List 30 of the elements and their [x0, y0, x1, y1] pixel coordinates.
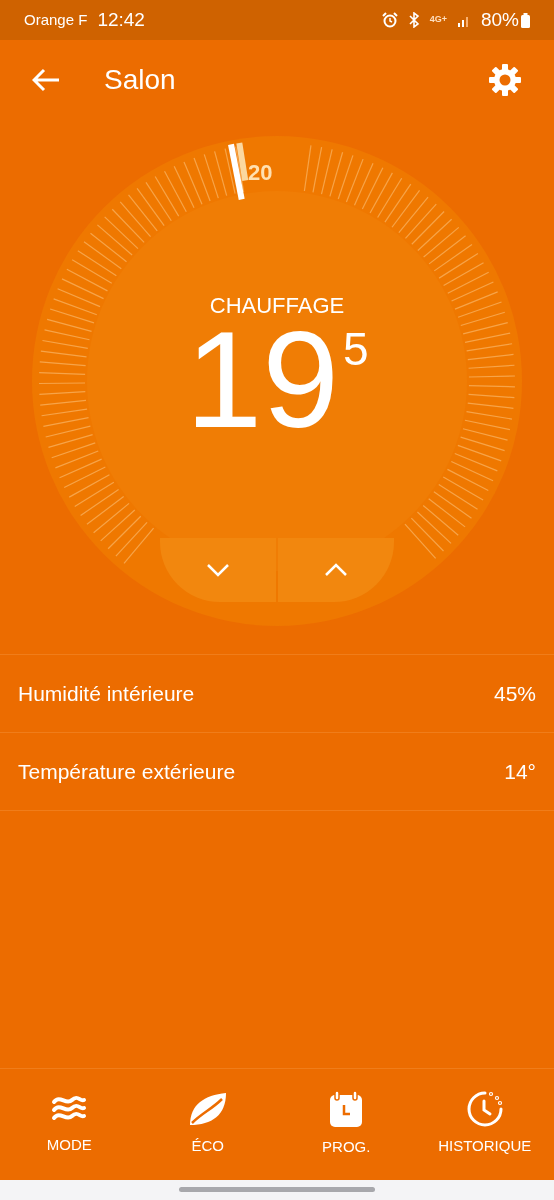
home-indicator[interactable]: [179, 1187, 375, 1192]
mode-label: CHAUFFAGE: [208, 294, 346, 318]
history-clock-icon: [466, 1091, 503, 1128]
temperature-decimal: 5: [342, 326, 369, 377]
reading-label: Température extérieure: [18, 758, 236, 785]
reading-value: 14°: [504, 758, 536, 785]
settings-icon[interactable]: [488, 63, 522, 97]
chevron-up-icon: [324, 563, 348, 577]
leaf-icon: [187, 1091, 228, 1128]
bluetooth-icon: [407, 12, 420, 28]
back-arrow-icon[interactable]: [32, 68, 60, 92]
network-label: 4G+: [429, 13, 447, 27]
nav-item[interactable]: ÉCO: [138, 1091, 277, 1158]
reading-label: Humidité intérieure: [18, 680, 195, 707]
carrier-name: Orange F: [24, 9, 88, 30]
nav-item[interactable]: MODE: [0, 1092, 139, 1157]
increase-button[interactable]: [278, 538, 394, 602]
battery-percent: 80%: [480, 7, 519, 32]
nav-item[interactable]: HISTORIQUE: [415, 1091, 554, 1158]
page-title: Salon: [104, 63, 176, 97]
chevron-down-icon: [206, 563, 230, 577]
reading-value: 45%: [493, 680, 536, 707]
setpoint-label: 20: [248, 159, 273, 187]
battery-icon: [521, 12, 530, 28]
nav-item[interactable]: PROG.: [277, 1090, 416, 1159]
status-time: 12:42: [97, 7, 145, 32]
decrease-button[interactable]: [160, 538, 276, 602]
temperature-value: 19: [185, 326, 339, 432]
alarm-icon: [381, 12, 398, 28]
calendar-clock-icon: [329, 1090, 364, 1129]
